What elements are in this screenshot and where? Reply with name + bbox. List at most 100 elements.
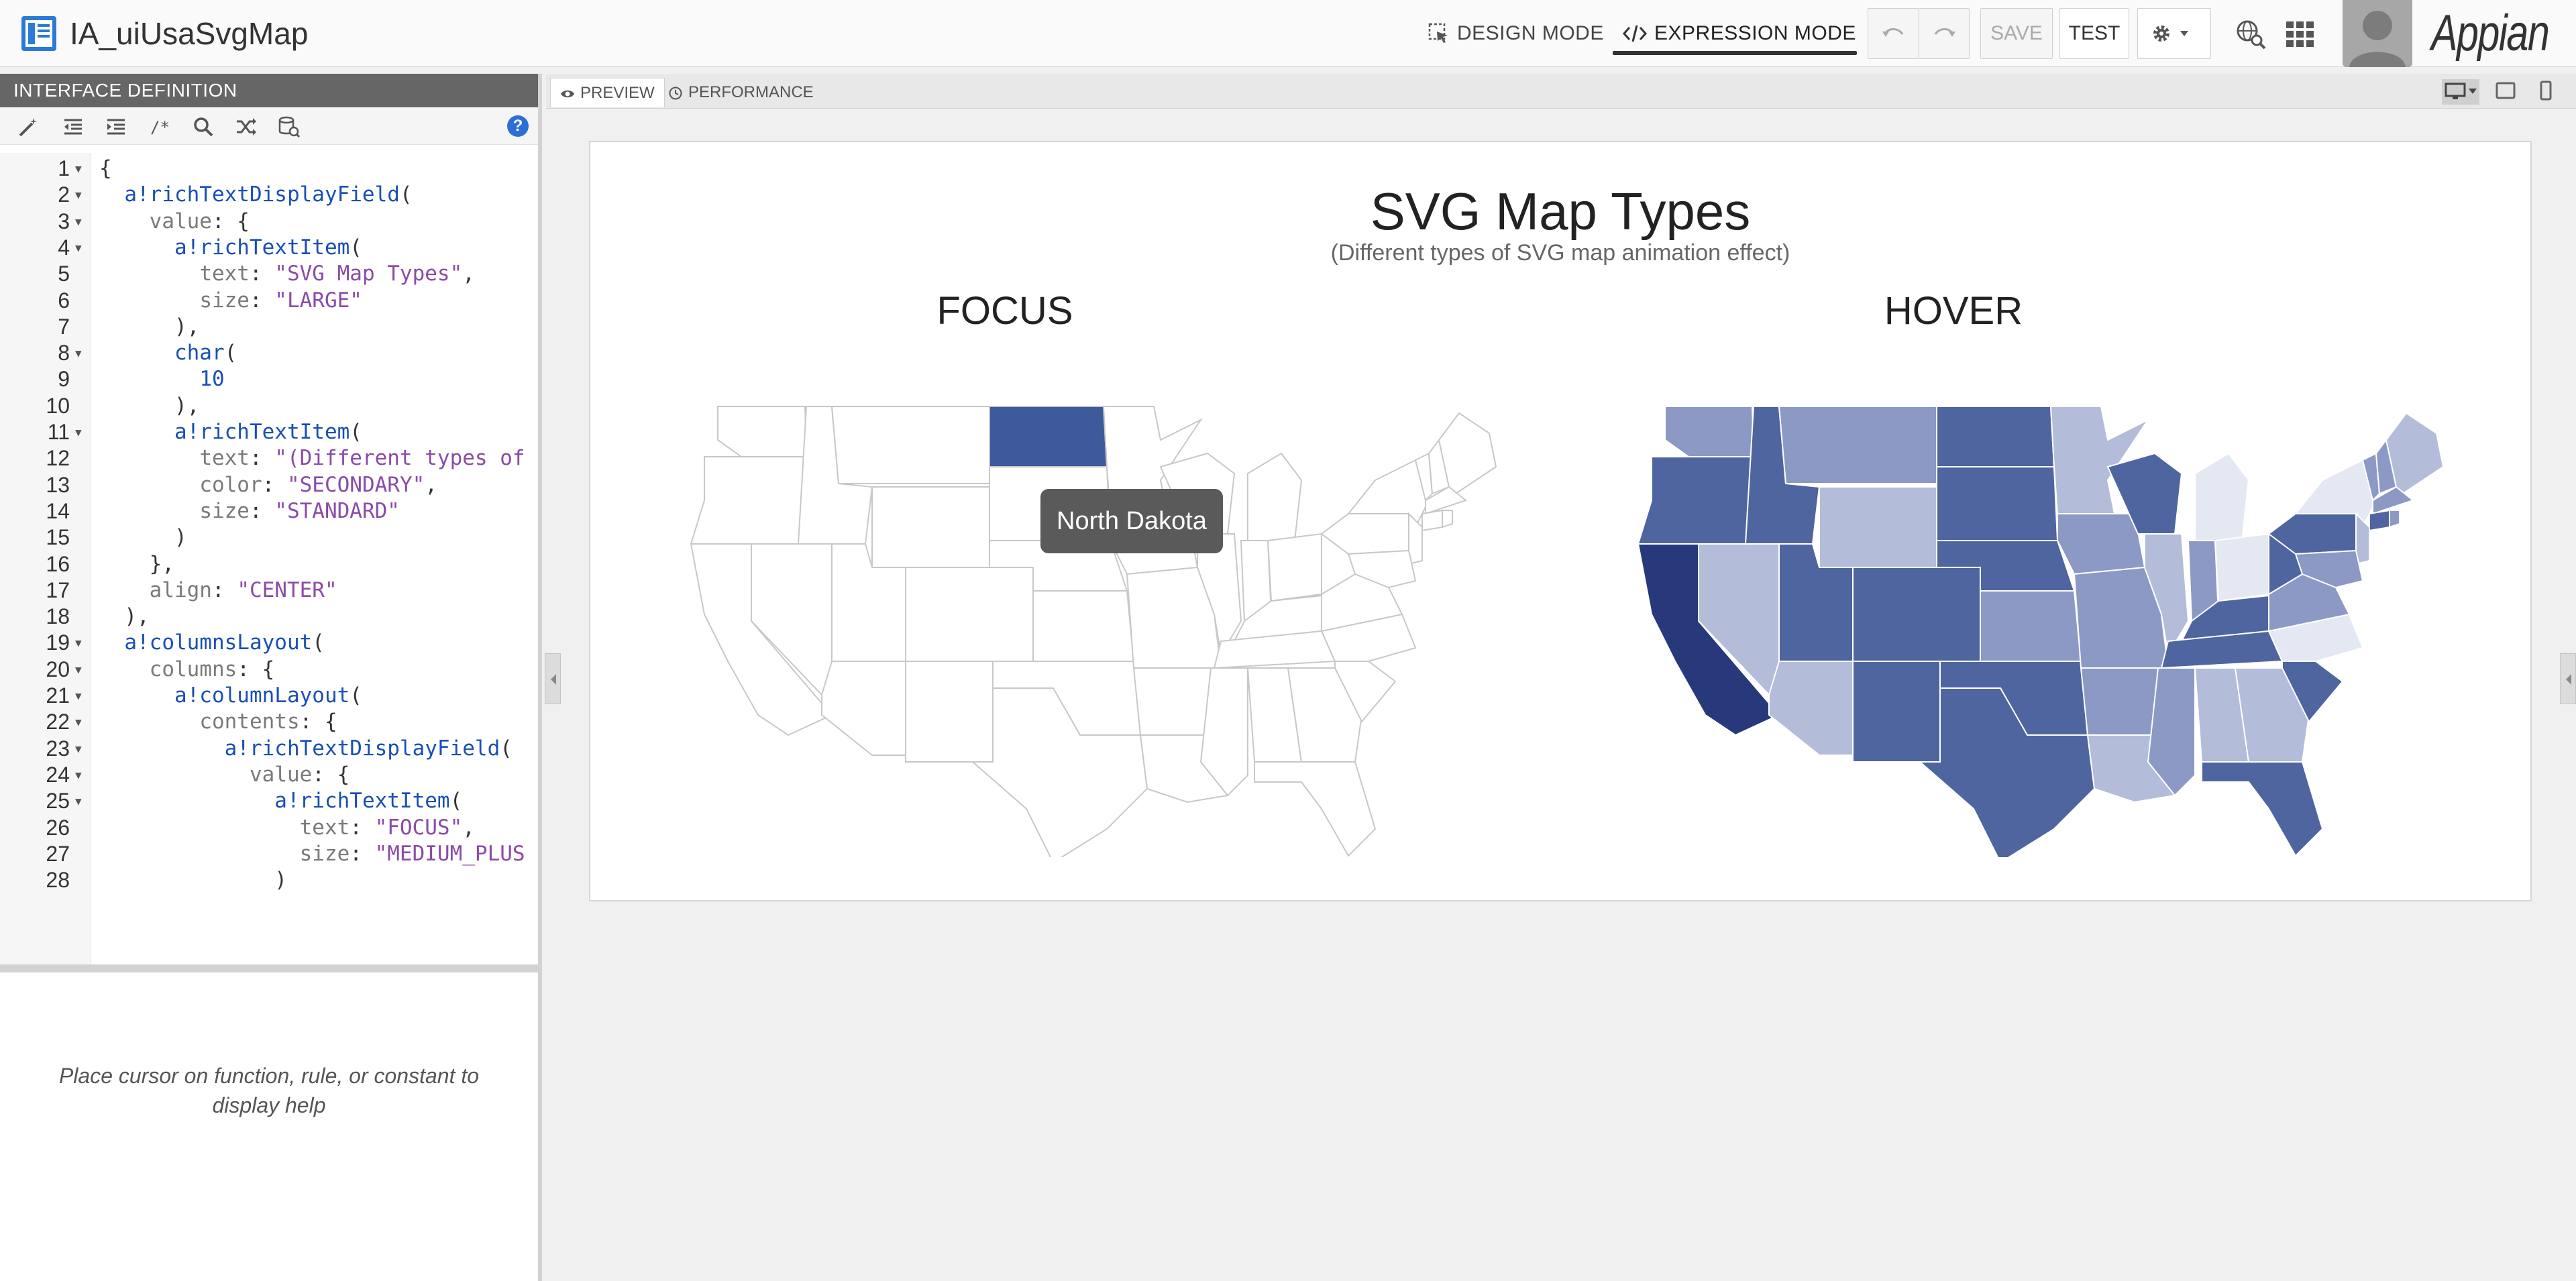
code-line[interactable]: 22 ▼ contents: { <box>0 709 538 735</box>
collapse-left-handle[interactable] <box>545 653 561 704</box>
fold-toggle-icon[interactable]: ▼ <box>75 209 82 235</box>
state-ct[interactable] <box>2369 509 2390 532</box>
state-or[interactable] <box>1637 456 1755 545</box>
fold-toggle-icon[interactable]: ▼ <box>75 736 82 762</box>
state-wy[interactable] <box>871 486 990 568</box>
redo-button[interactable] <box>1919 8 1970 59</box>
code-line[interactable]: 28 ) <box>0 867 538 893</box>
state-mt[interactable] <box>830 406 990 484</box>
code-line[interactable]: 17 align: "CENTER" <box>0 577 538 604</box>
state-ri[interactable] <box>2389 510 2400 528</box>
state-nd[interactable] <box>1936 406 2055 467</box>
code-line[interactable]: 6 size: "LARGE" <box>0 288 538 314</box>
state-sd[interactable] <box>1936 466 2059 541</box>
state-nd[interactable] <box>989 406 1108 467</box>
code-line[interactable]: 16 }, <box>0 551 538 577</box>
indent-icon[interactable] <box>105 115 127 138</box>
fold-toggle-icon[interactable]: ▼ <box>75 156 82 182</box>
save-button[interactable]: SAVE <box>1980 8 2053 59</box>
code-line[interactable]: 20 ▼ columns: { <box>0 657 538 683</box>
code-line[interactable]: 15 ) <box>0 524 538 551</box>
code-line[interactable]: 3 ▼ value: { <box>0 209 538 235</box>
code-line[interactable]: 27 size: "MEDIUM_PLUS <box>0 841 538 867</box>
state-mt[interactable] <box>1778 406 1937 484</box>
state-az[interactable] <box>821 661 906 756</box>
state-wa[interactable] <box>717 406 808 457</box>
focus-usa-map[interactable] <box>678 400 1509 857</box>
design-mode-button[interactable]: DESIGN MODE <box>1428 16 1604 51</box>
state-wy[interactable] <box>1819 486 1937 568</box>
undo-button[interactable] <box>1868 8 1919 59</box>
code-line[interactable]: 7 ), <box>0 314 538 340</box>
state-oh[interactable] <box>1267 533 1322 602</box>
state-ri[interactable] <box>1442 510 1453 528</box>
desktop-view-icon[interactable] <box>2440 78 2481 105</box>
state-nj[interactable] <box>1408 512 1423 565</box>
code-line[interactable]: 26 text: "FOCUS", <box>0 815 538 841</box>
code-line[interactable]: 5 text: "SVG Map Types", <box>0 261 538 287</box>
state-ct[interactable] <box>1421 509 1443 532</box>
state-oh[interactable] <box>2214 533 2269 602</box>
apps-grid-icon[interactable] <box>2284 17 2317 51</box>
avatar[interactable] <box>2343 0 2412 67</box>
code-line[interactable]: 10 ), <box>0 393 538 419</box>
state-nm[interactable] <box>905 661 994 763</box>
code-line[interactable]: 11 ▼ a!richTextItem( <box>0 419 538 445</box>
state-me[interactable] <box>2385 412 2445 495</box>
state-mi[interactable] <box>1247 452 1303 541</box>
state-or[interactable] <box>690 456 808 545</box>
code-line[interactable]: 25 ▼ a!richTextItem( <box>0 788 538 814</box>
search-globe-icon[interactable] <box>2234 17 2267 51</box>
code-line[interactable]: 4 ▼ a!richTextItem( <box>0 235 538 261</box>
code-line[interactable]: 2 ▼ a!richTextDisplayField( <box>0 182 538 208</box>
fold-toggle-icon[interactable]: ▼ <box>75 657 82 683</box>
fold-toggle-icon[interactable]: ▼ <box>75 683 82 709</box>
test-button[interactable]: TEST <box>2059 8 2129 59</box>
state-me[interactable] <box>1438 412 1497 495</box>
outdent-icon[interactable] <box>62 115 85 138</box>
state-az[interactable] <box>1768 661 1854 756</box>
shuffle-icon[interactable] <box>235 115 258 138</box>
code-line[interactable]: 24 ▼ value: { <box>0 762 538 788</box>
state-wa[interactable] <box>1664 406 1755 457</box>
code-line[interactable]: 12 text: "(Different types of <box>0 445 538 471</box>
fold-toggle-icon[interactable]: ▼ <box>75 419 82 445</box>
state-mi[interactable] <box>2194 452 2250 541</box>
fold-toggle-icon[interactable]: ▼ <box>75 630 82 656</box>
code-line[interactable]: 13 color: "SECONDARY", <box>0 472 538 498</box>
fold-toggle-icon[interactable]: ▼ <box>75 709 82 735</box>
expression-mode-button[interactable]: EXPRESSION MODE <box>1622 16 1862 51</box>
state-ar[interactable] <box>1132 667 1216 736</box>
fold-toggle-icon[interactable]: ▼ <box>75 182 82 208</box>
fold-toggle-icon[interactable]: ▼ <box>75 788 82 814</box>
state-nm[interactable] <box>1852 661 1941 763</box>
state-fl[interactable] <box>1254 761 1377 857</box>
settings-dropdown[interactable] <box>2137 8 2211 59</box>
hover-usa-map[interactable] <box>1625 400 2457 857</box>
code-line[interactable]: 14 size: "STANDARD" <box>0 498 538 524</box>
code-line[interactable]: 18 ), <box>0 604 538 630</box>
state-nj[interactable] <box>2355 512 2370 565</box>
code-line[interactable]: 21 ▼ a!columnLayout( <box>0 683 538 709</box>
code-line[interactable]: 19 ▼ a!columnsLayout( <box>0 630 538 656</box>
code-line[interactable]: 1 ▼ { <box>0 156 538 182</box>
state-ia[interactable] <box>2057 513 2146 575</box>
fold-toggle-icon[interactable]: ▼ <box>75 235 82 261</box>
tab-preview[interactable]: PREVIEW <box>550 78 665 107</box>
panel-splitter[interactable] <box>0 964 538 972</box>
comment-icon[interactable]: /* <box>149 115 172 138</box>
tab-performance[interactable]: PERFORMANCE <box>659 78 823 107</box>
fold-toggle-icon[interactable]: ▼ <box>75 340 82 366</box>
search-icon[interactable] <box>192 115 215 138</box>
collapse-right-handle[interactable] <box>2560 653 2576 704</box>
code-line[interactable]: 23 ▼ a!richTextDisplayField( <box>0 736 538 762</box>
state-ks[interactable] <box>1032 590 1135 662</box>
state-ks[interactable] <box>1980 590 2082 662</box>
database-search-icon[interactable] <box>278 115 301 138</box>
state-fl[interactable] <box>2201 761 2324 857</box>
help-icon[interactable]: ? <box>507 115 529 137</box>
state-ar[interactable] <box>2080 667 2163 736</box>
state-co[interactable] <box>905 567 1034 662</box>
code-line[interactable]: 9 10 <box>0 366 538 392</box>
tablet-view-icon[interactable] <box>2485 78 2525 105</box>
